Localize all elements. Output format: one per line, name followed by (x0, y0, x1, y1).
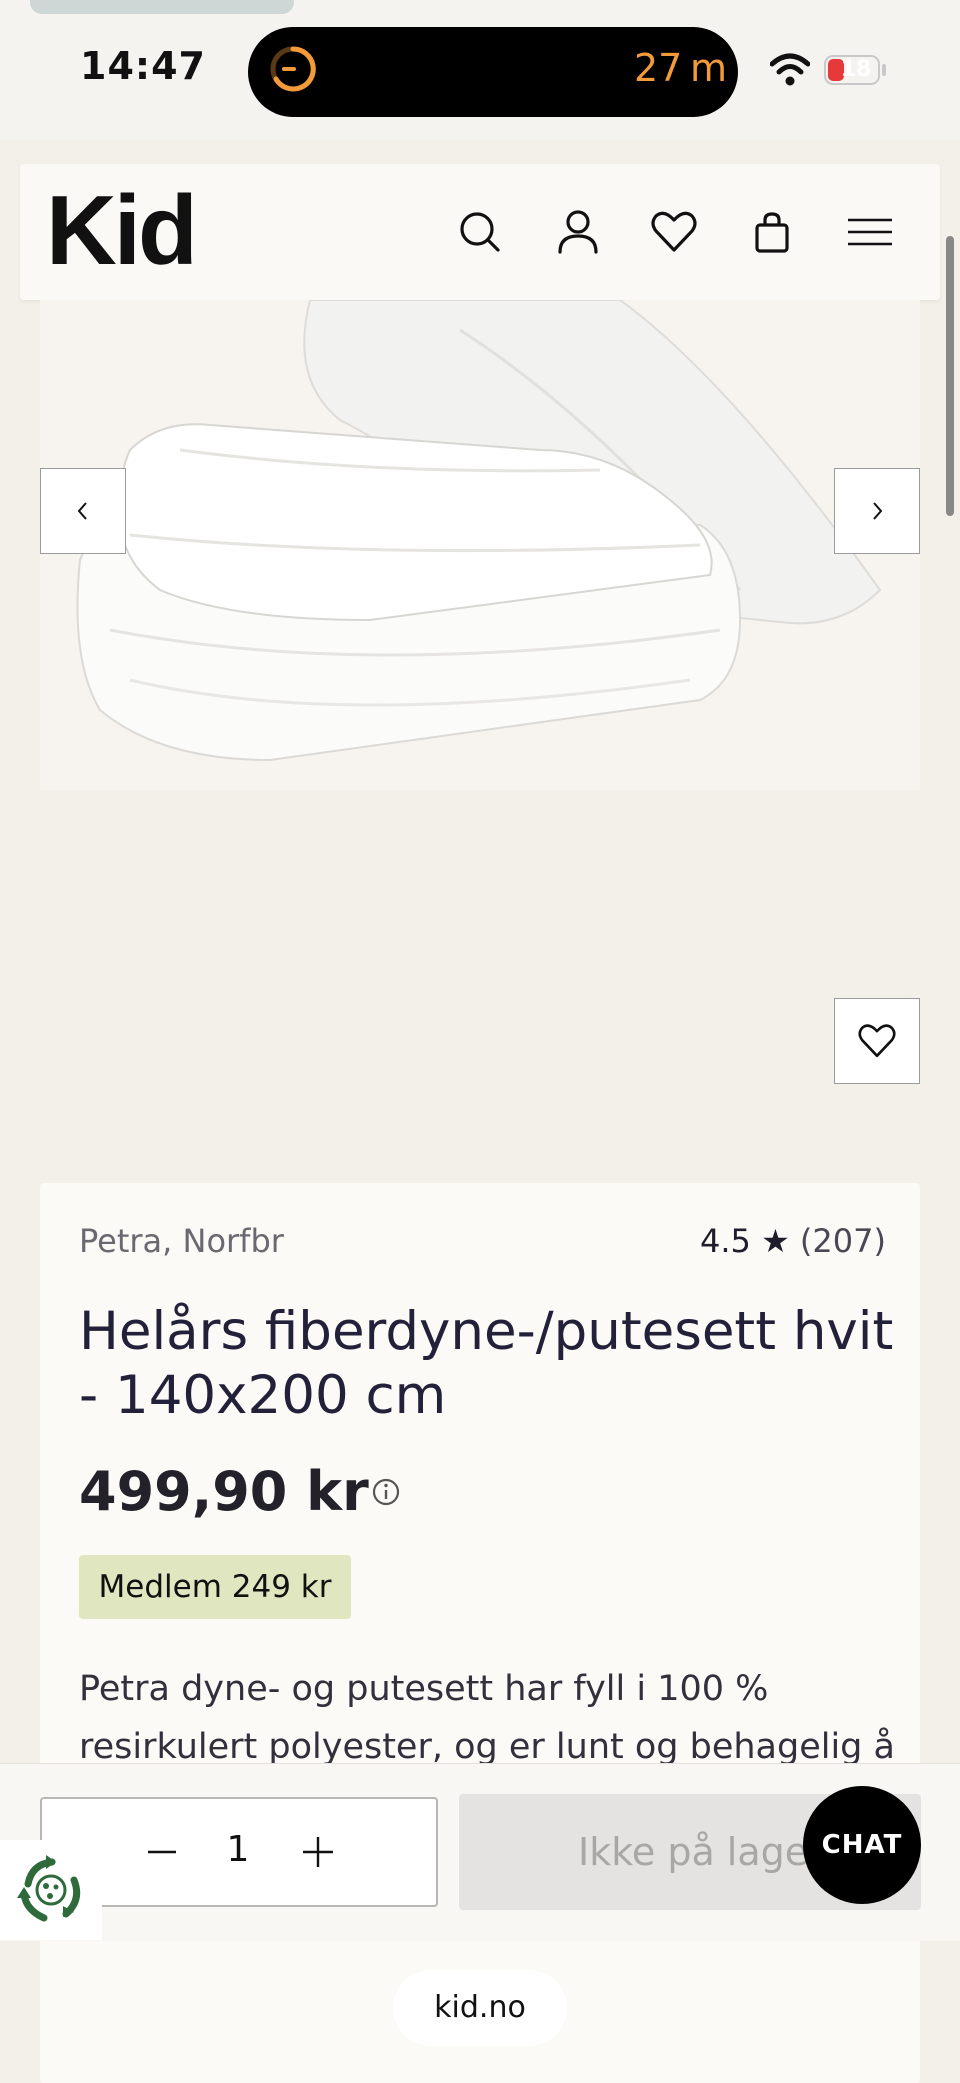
timer-icon (270, 46, 316, 92)
member-price-badge: Medlem 249 kr (79, 1555, 351, 1619)
wifi-icon (770, 53, 810, 86)
recycle-icon[interactable] (0, 1840, 102, 1940)
product-brand[interactable]: Petra, Norfbr (79, 1222, 284, 1260)
product-rating[interactable]: 4.5 ★ (207) (700, 1222, 886, 1260)
browser-tab-edge (30, 0, 294, 14)
scrollbar[interactable] (946, 236, 954, 516)
add-to-wishlist-button[interactable] (834, 998, 920, 1084)
menu-icon[interactable] (842, 204, 898, 260)
quantity-value[interactable]: 1 (216, 1829, 260, 1870)
star-icon: ★ (761, 1222, 790, 1260)
wishlist-icon[interactable] (646, 204, 702, 260)
product-price: 499,90 kr (79, 1460, 369, 1523)
battery-cap (882, 64, 886, 76)
info-icon[interactable] (370, 1476, 402, 1508)
logo[interactable]: Kid (46, 180, 198, 280)
decrease-quantity-button[interactable] (146, 1834, 178, 1870)
rating-value: 4.5 (700, 1222, 751, 1260)
heart-icon (858, 1024, 896, 1058)
minus-icon (148, 1850, 176, 1854)
previous-image-button[interactable] (40, 468, 126, 554)
activity-timer: 27 m (634, 46, 727, 90)
site-header: Kid (20, 164, 940, 300)
search-icon[interactable] (452, 204, 508, 260)
clock: 14:47 (80, 44, 206, 88)
chevron-right-icon (873, 502, 883, 520)
next-image-button[interactable] (834, 468, 920, 554)
account-icon[interactable] (550, 204, 606, 260)
battery-icon: 18 (824, 55, 880, 85)
product-description: Petra dyne- og putesett har fyll i 100 %… (79, 1669, 895, 1767)
battery-percent: 18 (840, 57, 872, 82)
increase-quantity-button[interactable] (300, 1834, 336, 1870)
browser-url-bar[interactable]: kid.no (393, 1970, 567, 2046)
rating-count: (207) (799, 1222, 886, 1260)
cart-icon[interactable] (744, 204, 800, 260)
product-image[interactable] (40, 300, 920, 790)
product-title: Helårs fiberdyne-/putesett hvit - 140x20… (79, 1301, 894, 1426)
chevron-left-icon (77, 502, 87, 520)
plus-icon (303, 1837, 333, 1867)
out-of-stock-label: Ikke på lager (578, 1830, 824, 1874)
chat-button[interactable]: CHAT (803, 1786, 921, 1904)
